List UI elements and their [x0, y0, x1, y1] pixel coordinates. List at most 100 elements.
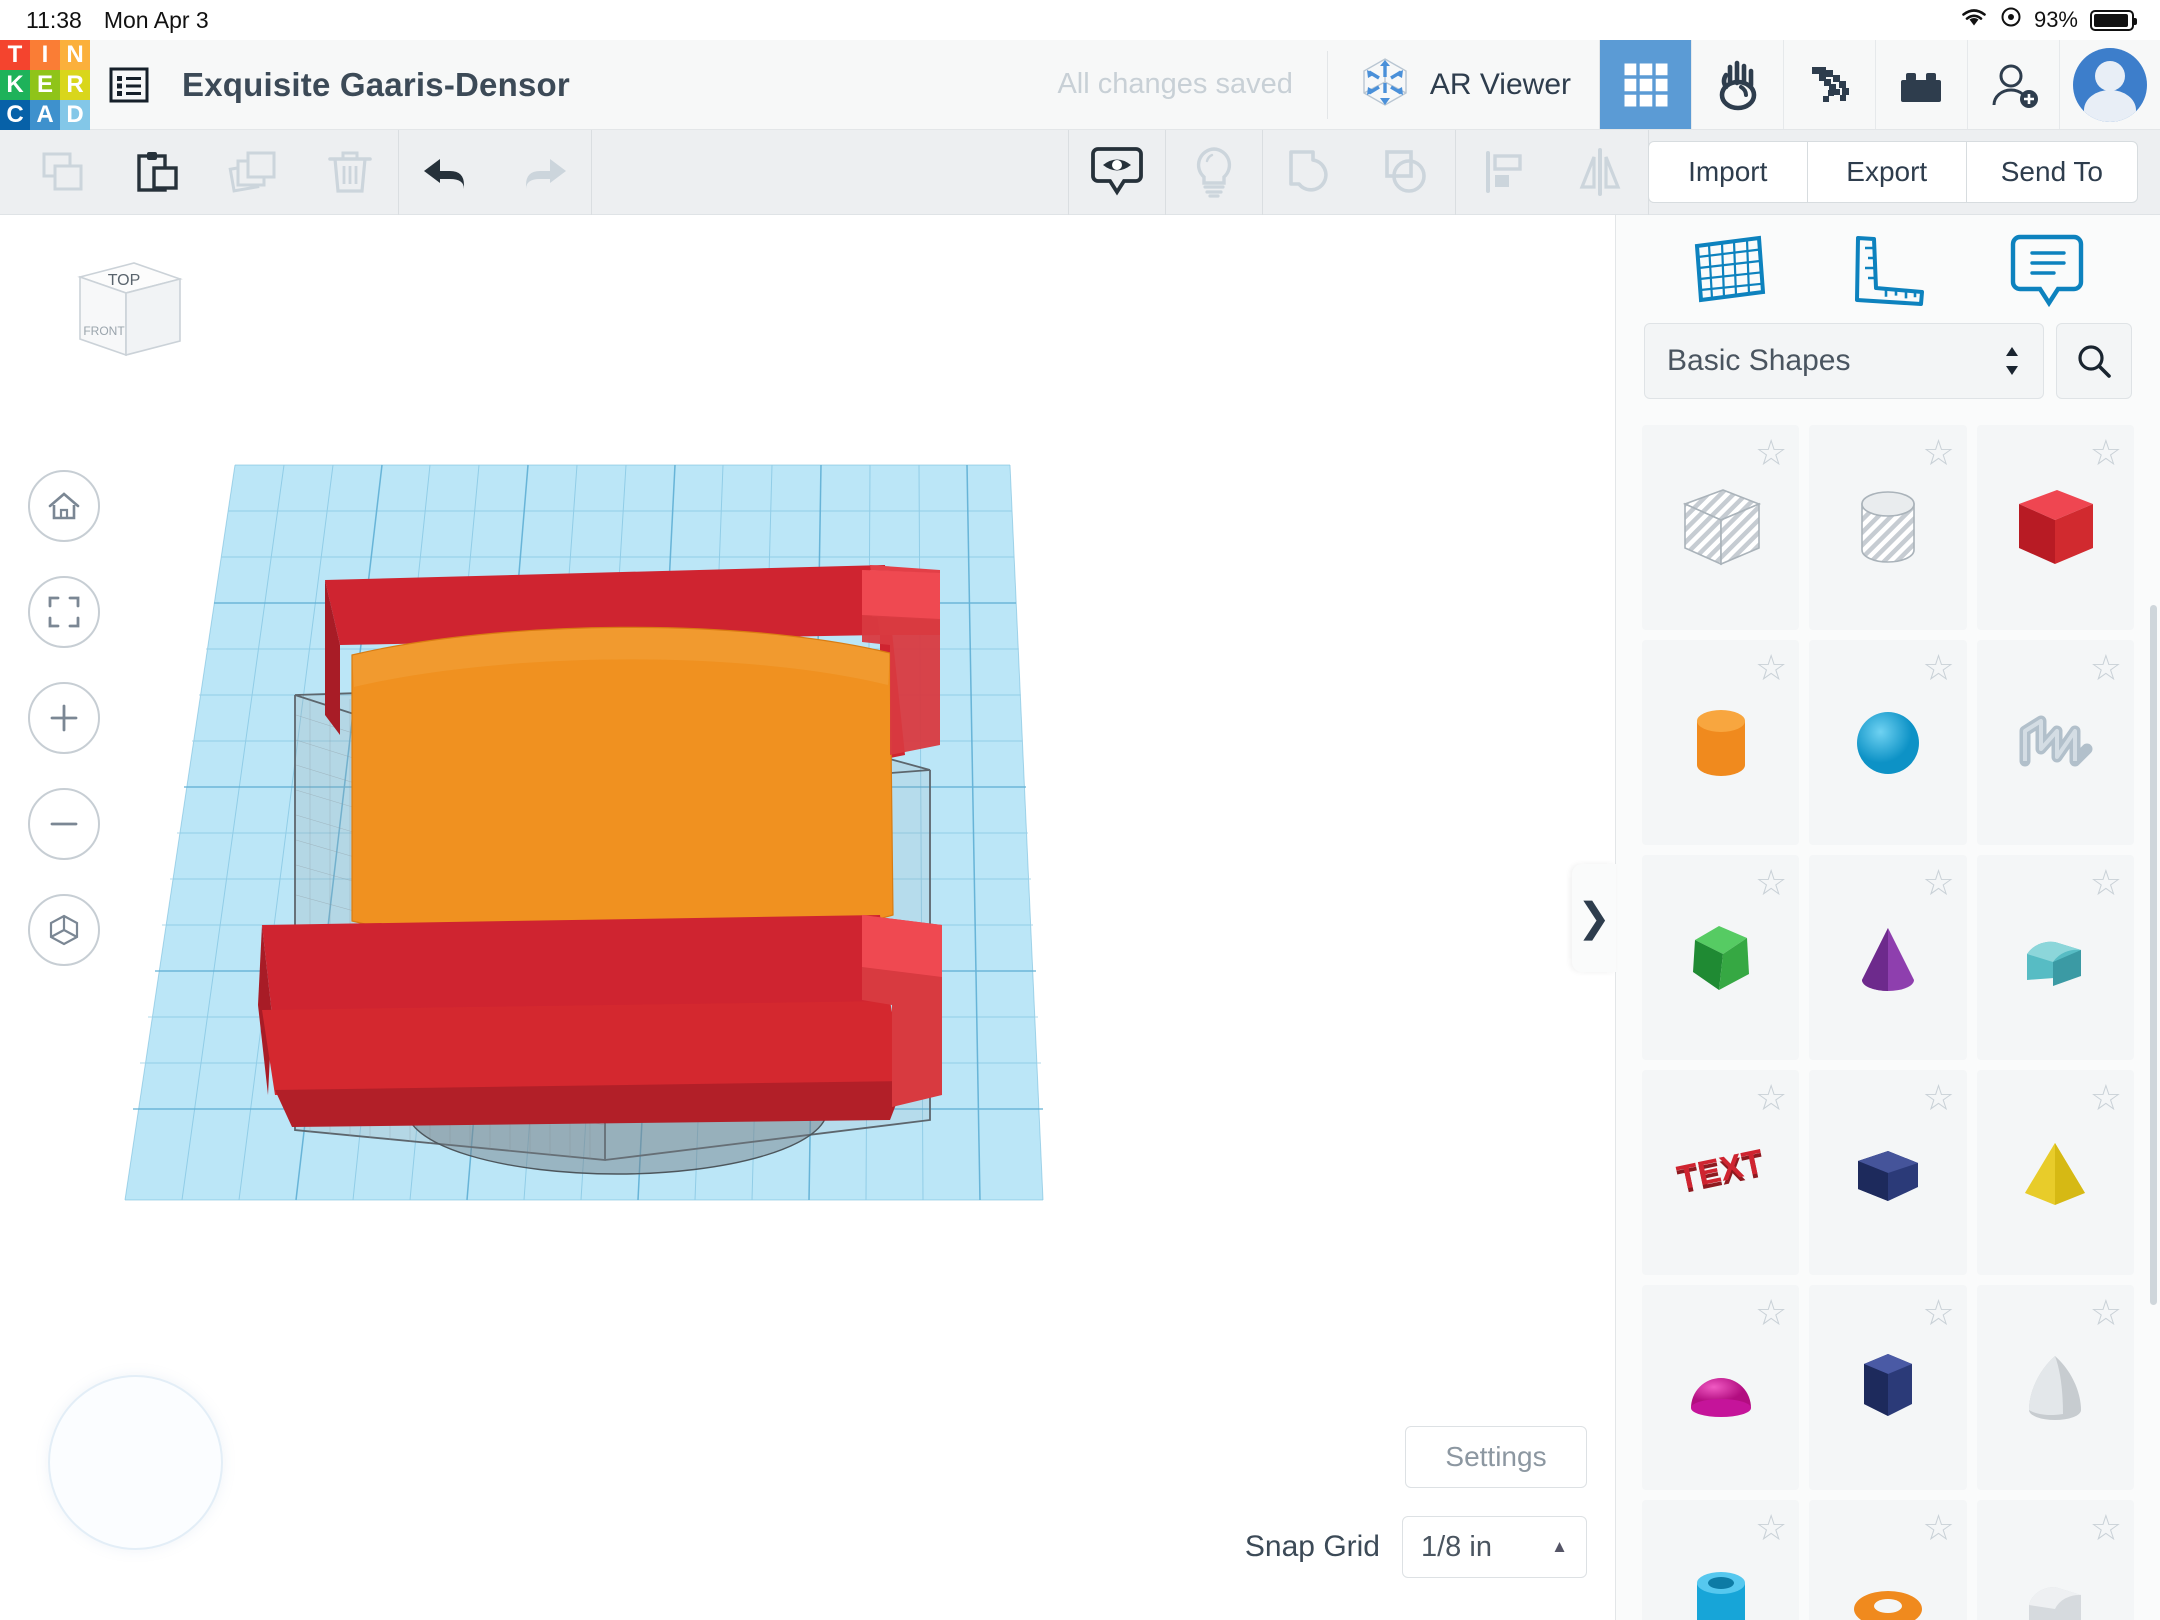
- star-icon[interactable]: ☆: [1922, 1295, 1954, 1331]
- tube-shape[interactable]: ☆: [1642, 1500, 1799, 1620]
- shape-category-select[interactable]: Basic Shapes: [1644, 323, 2044, 399]
- star-icon[interactable]: ☆: [1755, 1510, 1787, 1546]
- battery-icon: [2090, 10, 2134, 31]
- viewcube-top-label: TOP: [108, 272, 141, 289]
- snap-grid-select[interactable]: 1/8 in ▲: [1402, 1516, 1587, 1578]
- logo-tile-1: I: [30, 40, 60, 70]
- add-person-icon[interactable]: [1968, 40, 2060, 129]
- ar-viewer-button[interactable]: AR Viewer: [1328, 40, 1600, 129]
- star-icon[interactable]: ☆: [1922, 865, 1954, 901]
- ruler-icon[interactable]: [1838, 224, 1938, 314]
- export-button[interactable]: Export: [1807, 141, 1967, 203]
- star-icon[interactable]: ☆: [1755, 650, 1787, 686]
- redo-icon[interactable]: [495, 130, 591, 215]
- star-icon[interactable]: ☆: [1755, 1080, 1787, 1116]
- status-time: 11:38: [26, 7, 82, 34]
- logo-tile-4: E: [30, 70, 60, 100]
- edit-toolbar: Import Export Send To: [0, 130, 2160, 215]
- workplane-icon[interactable]: [1679, 224, 1779, 314]
- zoom-in-button[interactable]: [28, 682, 100, 754]
- logo-tile-3: K: [0, 70, 30, 100]
- star-icon[interactable]: ☆: [2090, 1080, 2122, 1116]
- wifi-icon: [1960, 6, 1988, 34]
- star-icon[interactable]: ☆: [1922, 435, 1954, 471]
- star-icon[interactable]: ☆: [1755, 1295, 1787, 1331]
- app-header: T I N K E R C A D Exquisite Gaaris-Denso…: [0, 40, 2160, 130]
- mirror-icon[interactable]: [1552, 130, 1648, 215]
- ortho-perspective-button[interactable]: [28, 894, 100, 966]
- cylinder-hole-shape[interactable]: ☆: [1809, 425, 1966, 630]
- align-icon[interactable]: [1456, 130, 1552, 215]
- location-icon: [2000, 6, 2022, 34]
- star-icon[interactable]: ☆: [1755, 865, 1787, 901]
- paste-icon[interactable]: [110, 130, 206, 215]
- view-cube[interactable]: TOP FRONT: [58, 235, 198, 395]
- grid-blocks-icon[interactable]: [1600, 40, 1692, 129]
- star-icon[interactable]: ☆: [1922, 1510, 1954, 1546]
- page-title[interactable]: Exquisite Gaaris-Densor: [168, 40, 570, 129]
- tinkercad-app: 11:38 Mon Apr 3 93% T I N K E R C A D: [0, 0, 2160, 1620]
- battery-percent-label: 93%: [2034, 7, 2078, 33]
- home-view-button[interactable]: [28, 470, 100, 542]
- paraboloid-shape[interactable]: ☆: [1977, 1285, 2134, 1490]
- lightbulb-note-icon[interactable]: [1166, 130, 1262, 215]
- minecraft-pickaxe-icon[interactable]: [1784, 40, 1876, 129]
- search-icon: [2074, 341, 2114, 381]
- round-roof-shape[interactable]: ☆: [1977, 1500, 2134, 1620]
- cylinder-shape[interactable]: ☆: [1642, 640, 1799, 845]
- star-icon[interactable]: ☆: [2090, 650, 2122, 686]
- wedge-shape[interactable]: ☆: [1809, 1070, 1966, 1275]
- star-icon[interactable]: ☆: [1755, 435, 1787, 471]
- settings-button[interactable]: Settings: [1405, 1426, 1587, 1488]
- box-hole-shape[interactable]: ☆: [1642, 425, 1799, 630]
- text-shape[interactable]: ☆ TEXT TEXT: [1642, 1070, 1799, 1275]
- polygon-shape[interactable]: ☆: [1642, 855, 1799, 1060]
- note-icon[interactable]: [1997, 224, 2097, 314]
- panel-scrollbar[interactable]: [2150, 605, 2157, 1305]
- orbit-touch-pad[interactable]: [48, 1375, 223, 1550]
- star-icon[interactable]: ☆: [1922, 650, 1954, 686]
- star-icon[interactable]: ☆: [2090, 435, 2122, 471]
- undo-icon[interactable]: [399, 130, 495, 215]
- ungroup-icon[interactable]: [1359, 130, 1455, 215]
- lego-brick-icon[interactable]: [1876, 40, 1968, 129]
- spinner-arrows-icon: [2003, 344, 2021, 378]
- chevron-up-icon: ▲: [1551, 1537, 1568, 1557]
- roof-shape[interactable]: ☆: [1977, 855, 2134, 1060]
- list-menu-icon[interactable]: [90, 40, 168, 129]
- logo-tile-2: N: [60, 40, 90, 70]
- pyramid-shape[interactable]: ☆: [1977, 1070, 2134, 1275]
- copy-icon[interactable]: [14, 130, 110, 215]
- shape-grid: ☆ ☆ ☆: [1616, 425, 2160, 1620]
- avatar[interactable]: [2060, 40, 2160, 129]
- half-sphere-shape[interactable]: ☆: [1642, 1285, 1799, 1490]
- group-icon[interactable]: [1263, 130, 1359, 215]
- view-nav-buttons: [28, 470, 100, 966]
- sphere-shape[interactable]: ☆: [1809, 640, 1966, 845]
- tinkercad-logo[interactable]: T I N K E R C A D: [0, 40, 90, 130]
- logo-tile-0: T: [0, 40, 30, 70]
- star-icon[interactable]: ☆: [2090, 1295, 2122, 1331]
- design-canvas[interactable]: TOP FRONT: [0, 215, 1615, 1620]
- send-to-button[interactable]: Send To: [1966, 141, 2138, 203]
- ipad-status-bar: 11:38 Mon Apr 3 93%: [0, 0, 2160, 40]
- star-icon[interactable]: ☆: [2090, 865, 2122, 901]
- duplicate-icon[interactable]: [206, 130, 302, 215]
- fit-view-button[interactable]: [28, 576, 100, 648]
- star-icon[interactable]: ☆: [2090, 1510, 2122, 1546]
- logo-tile-7: A: [30, 100, 60, 130]
- import-button[interactable]: Import: [1648, 141, 1808, 203]
- hexagon-shape[interactable]: ☆: [1809, 1285, 1966, 1490]
- circuits-icon[interactable]: [1692, 40, 1784, 129]
- trash-icon[interactable]: [302, 130, 398, 215]
- zoom-out-button[interactable]: [28, 788, 100, 860]
- box-shape[interactable]: ☆: [1977, 425, 2134, 630]
- search-button[interactable]: [2056, 323, 2132, 399]
- scribble-shape[interactable]: ☆: [1977, 640, 2134, 845]
- logo-tile-6: C: [0, 100, 30, 130]
- panel-collapse-toggle[interactable]: ❯: [1572, 864, 1616, 972]
- torus-shape[interactable]: ☆: [1809, 1500, 1966, 1620]
- cone-shape[interactable]: ☆: [1809, 855, 1966, 1060]
- show-hide-eye-icon[interactable]: [1069, 130, 1165, 215]
- star-icon[interactable]: ☆: [1922, 1080, 1954, 1116]
